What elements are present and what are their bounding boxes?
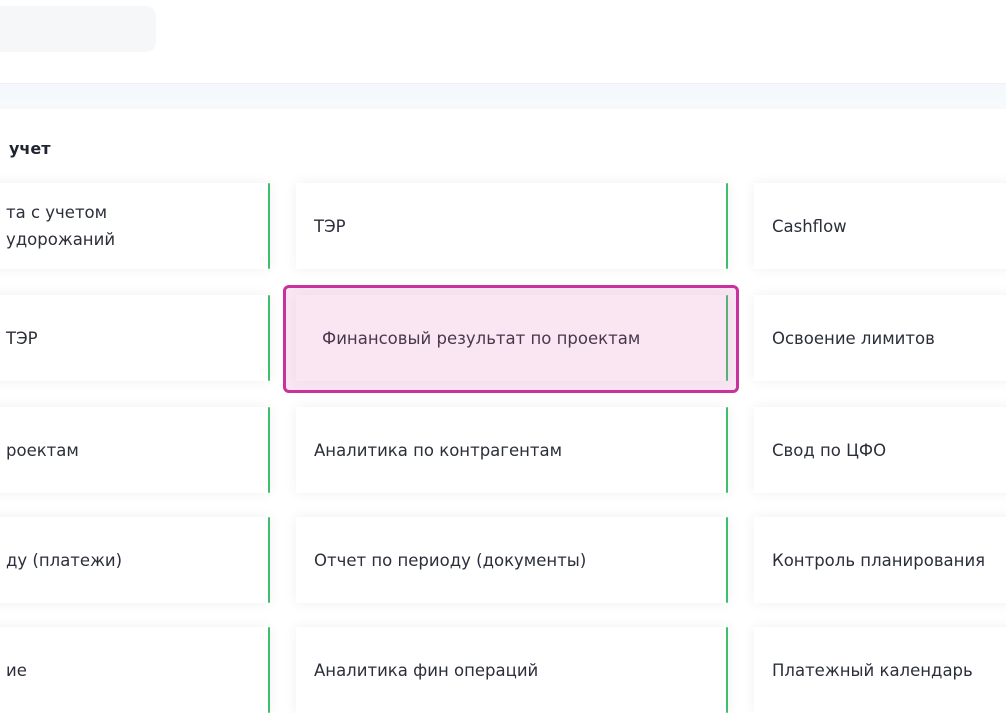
- report-card-counterparty-analytics[interactable]: Аналитика по контрагентам: [296, 407, 728, 493]
- report-card-label: ТЭР: [314, 216, 346, 236]
- report-card-by-projects[interactable]: роектам: [0, 407, 270, 493]
- report-card-partial-ie[interactable]: ие: [0, 627, 270, 713]
- report-card-label: Контроль планирования: [772, 550, 986, 570]
- report-card-payment-calendar[interactable]: Платежный календарь: [754, 627, 1006, 713]
- report-card-label: ие: [6, 660, 27, 680]
- report-card-label: роектам: [6, 440, 79, 460]
- report-card-planning-control[interactable]: Контроль планирования: [754, 517, 1006, 603]
- report-card-label: Финансовый результат по проектам: [322, 328, 641, 348]
- report-card-label: Освоение лимитов: [772, 328, 935, 348]
- report-card-limits-utilization[interactable]: Освоение лимитов: [754, 295, 1006, 381]
- report-card-ter[interactable]: ТЭР: [296, 183, 728, 269]
- report-card-cashflow[interactable]: Cashflow: [754, 183, 1006, 269]
- report-card-label: Отчет по периоду (документы): [314, 550, 587, 570]
- report-card-fin-operations-analytics[interactable]: Аналитика фин операций: [296, 627, 728, 713]
- section-title: учет: [9, 139, 51, 158]
- report-card-label: Платежный календарь: [772, 660, 973, 680]
- report-card-label: та с учетом удорожаний: [6, 203, 116, 249]
- report-card-label: ТЭР: [6, 328, 38, 348]
- report-card-label: ду (платежи): [6, 550, 123, 570]
- report-card-financial-result-by-projects[interactable]: Финансовый результат по проектам: [296, 295, 728, 381]
- report-card-period-documents[interactable]: Отчет по периоду (документы): [296, 517, 728, 603]
- search-field[interactable]: [0, 6, 156, 52]
- report-card-cfo-summary[interactable]: Свод по ЦФО: [754, 407, 1006, 493]
- report-card-period-payments[interactable]: ду (платежи): [0, 517, 270, 603]
- report-card-label: Cashflow: [772, 216, 847, 236]
- report-card-ter-2[interactable]: ТЭР: [0, 295, 270, 381]
- report-card-tsp-with-price-increases[interactable]: та с учетом удорожаний: [0, 183, 270, 269]
- report-card-label: Аналитика по контрагентам: [314, 440, 563, 460]
- report-card-label: Аналитика фин операций: [314, 660, 539, 680]
- report-card-label: Свод по ЦФО: [772, 440, 887, 460]
- header-band: [0, 83, 1006, 109]
